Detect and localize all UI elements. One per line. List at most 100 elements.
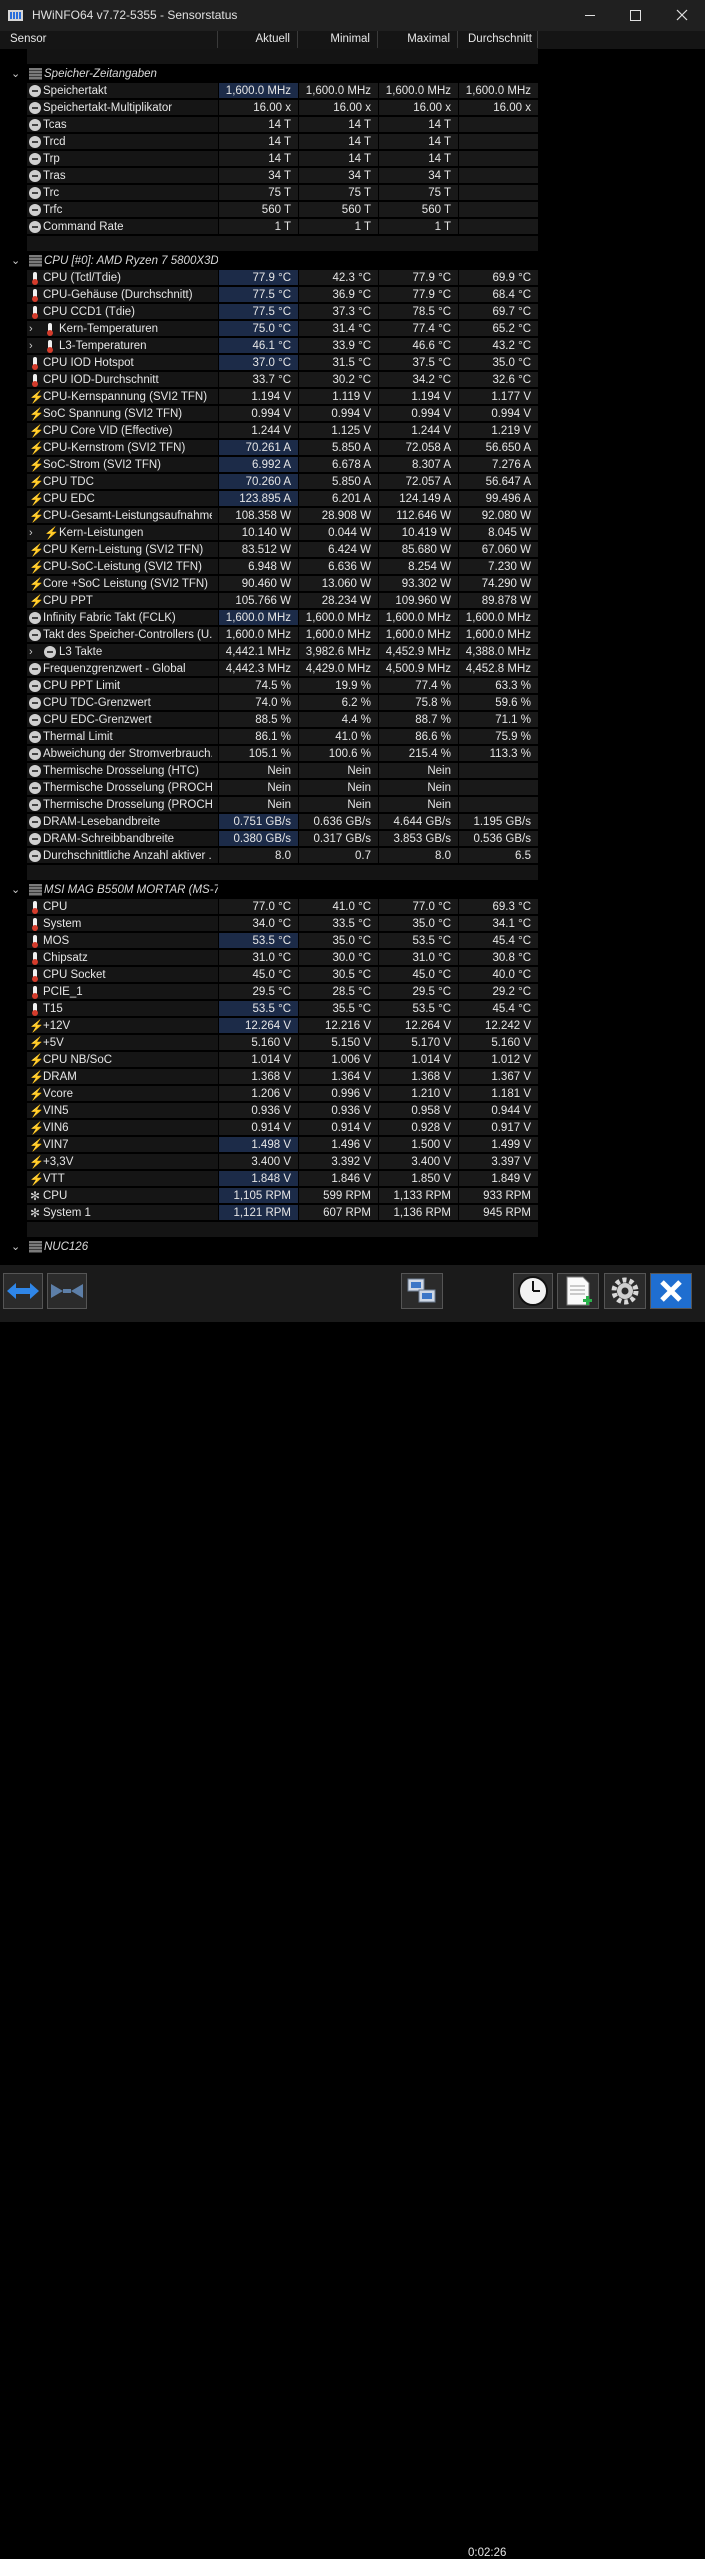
sensor-row[interactable]: Takt des Speicher-Controllers (U... 1,600… bbox=[0, 627, 685, 644]
sensor-row[interactable]: Trcd 14 T 14 T 14 T bbox=[0, 134, 685, 151]
sensor-row[interactable]: ⚡ CPU TDC 70.260 A 5.850 A 72.057 A 56.647 A bbox=[0, 474, 685, 491]
sensor-row[interactable]: Chipsatz 31.0 °C 30.0 °C 31.0 °C 30.8 °C bbox=[0, 950, 685, 967]
expand-chevron-icon[interactable]: › bbox=[29, 321, 33, 337]
sensor-row[interactable]: Abweichung der Stromverbrauch... 105.1 % 1… bbox=[0, 746, 685, 763]
sensor-row[interactable]: ⚡ VIN5 0.936 V 0.936 V 0.958 V 0.944 V bbox=[0, 1103, 685, 1120]
close-app-button[interactable] bbox=[650, 1273, 692, 1309]
sensor-row[interactable]: ⚡ CPU PPT 105.766 W 28.234 W 109.960 W 89.878… bbox=[0, 593, 685, 610]
sensor-row[interactable]: ⚡ DRAM 1.368 V 1.364 V 1.368 V 1.367 V bbox=[0, 1069, 685, 1086]
sensor-row[interactable]: ⚡ VIN6 0.914 V 0.914 V 0.928 V 0.917 V bbox=[0, 1120, 685, 1137]
sensor-row[interactable]: CPU IOD Hotspot 37.0 °C 31.5 °C 37.5 °C 35.0… bbox=[0, 355, 685, 372]
column-header-avg[interactable]: Durchschnitt bbox=[458, 31, 538, 48]
sensor-row[interactable]: ⚡ +12V 12.264 V 12.216 V 12.264 V 12.242 V bbox=[0, 1018, 685, 1035]
value-min: 0.7 bbox=[298, 848, 378, 864]
sensor-label: Chipsatz bbox=[43, 952, 88, 964]
sensor-row[interactable]: ⚡ CPU EDC 123.895 A 6.201 A 124.149 A 99.496 … bbox=[0, 491, 685, 508]
sensor-row[interactable]: PCIE_1 29.5 °C 28.5 °C 29.5 °C 29.2 °C bbox=[0, 984, 685, 1001]
sensor-table[interactable]: ⌄ Speicher-Zeitangaben Speichertakt 1,600.0… bbox=[0, 49, 685, 1263]
column-header-sensor[interactable]: Sensor bbox=[0, 31, 218, 48]
value-current: 90.460 W bbox=[218, 576, 298, 592]
sensor-row[interactable]: ⚡ CPU Core VID (Effective) 1.244 V 1.125 V1… bbox=[0, 423, 685, 440]
spacer-row bbox=[0, 49, 685, 66]
collapse-chevron-icon[interactable]: ⌄ bbox=[11, 882, 20, 898]
sensor-group-row[interactable]: ⌄ Speicher-Zeitangaben bbox=[0, 66, 685, 83]
sensor-row[interactable]: ⚡ +3,3V 3.400 V 3.392 V 3.400 V 3.397 V bbox=[0, 1154, 685, 1171]
sensor-row[interactable]: CPU TDC-Grenzwert 74.0 % 6.2 % 75.8 % 59.6 % bbox=[0, 695, 685, 712]
sensor-group-row[interactable]: ⌄ CPU [#0]: AMD Ryzen 7 5800X3D: Enhanced bbox=[0, 253, 685, 270]
sensor-row[interactable]: DRAM-Schreibbandbreite 0.380 GB/s 0.317 GB… bbox=[0, 831, 685, 848]
sensor-row[interactable]: CPU EDC-Grenzwert 88.5 % 4.4 % 88.7 % 71.1 % bbox=[0, 712, 685, 729]
expand-chevron-icon[interactable]: › bbox=[29, 644, 33, 660]
sensor-row[interactable]: › L3 Takte 4,442.1 MHz 3,982.6 MHz 4,452.9 M… bbox=[0, 644, 685, 661]
nav-left-right-button[interactable] bbox=[3, 1273, 43, 1309]
sensor-row[interactable]: Trp 14 T 14 T 14 T bbox=[0, 151, 685, 168]
sensor-row[interactable]: CPU Socket 45.0 °C 30.5 °C 45.0 °C 40.0 °C bbox=[0, 967, 685, 984]
sensor-row[interactable]: T15 53.5 °C 35.5 °C 53.5 °C 45.4 °C bbox=[0, 1001, 685, 1018]
sensor-row[interactable]: ⚡ CPU-Gesamt-Leistungsaufnahme 108.358 W 28… bbox=[0, 508, 685, 525]
sensor-row[interactable]: System 34.0 °C 33.5 °C 35.0 °C 34.1 °C bbox=[0, 916, 685, 933]
sensor-row[interactable]: ⚡ SoC-Strom (SVI2 TFN) 6.992 A 6.678 A 8.307… bbox=[0, 457, 685, 474]
sensor-row[interactable]: Durchschnittliche Anzahl aktiver ... 8.0 0… bbox=[0, 848, 685, 865]
sensor-row[interactable]: Thermische Drosselung (HTC) Nein Nein Nein bbox=[0, 763, 685, 780]
sensor-row[interactable]: ⚡ Core +SoC Leistung (SVI2 TFN) 90.460 W 13… bbox=[0, 576, 685, 593]
value-current: 83.512 W bbox=[218, 542, 298, 558]
sensor-row[interactable]: Tras 34 T 34 T 34 T bbox=[0, 168, 685, 185]
sensor-row[interactable]: CPU (Tctl/Tdie) 77.9 °C 42.3 °C 77.9 °C 69.9… bbox=[0, 270, 685, 287]
sensor-row[interactable]: ⚡ VIN7 1.498 V 1.496 V 1.500 V 1.499 V bbox=[0, 1137, 685, 1154]
sensor-row[interactable]: ⚡ SoC Spannung (SVI2 TFN) 0.994 V 0.994 V 0.… bbox=[0, 406, 685, 423]
sensor-row[interactable]: Tcas 14 T 14 T 14 T bbox=[0, 117, 685, 134]
sensor-row[interactable]: Trfc 560 T 560 T 560 T bbox=[0, 202, 685, 219]
sensor-group-row[interactable]: ⌄ NUC126 bbox=[0, 1239, 685, 1256]
sensor-row[interactable]: CPU 77.0 °C 41.0 °C 77.0 °C 69.3 °C bbox=[0, 899, 685, 916]
sensor-row[interactable]: CPU CCD1 (Tdie) 77.5 °C 37.3 °C 78.5 °C 69.7… bbox=[0, 304, 685, 321]
network-button[interactable] bbox=[401, 1273, 443, 1309]
clock-button[interactable] bbox=[513, 1273, 553, 1309]
sensor-row[interactable]: ⚡ +5V 5.160 V 5.150 V 5.170 V 5.160 V bbox=[0, 1035, 685, 1052]
sensor-row[interactable]: › Kern-Temperaturen 75.0 °C 31.4 °C 77.4 °C 6… bbox=[0, 321, 685, 338]
sensor-row[interactable]: › ⚡ Kern-Leistungen 10.140 W 0.044 W 10.419 W… bbox=[0, 525, 685, 542]
collapse-chevron-icon[interactable]: ⌄ bbox=[11, 66, 20, 82]
maximize-button[interactable] bbox=[613, 0, 659, 31]
value-avg: 45.4 °C bbox=[458, 1001, 538, 1017]
sensor-row[interactable]: Infinity Fabric Takt (FCLK) 1,600.0 MHz 1,… bbox=[0, 610, 685, 627]
sensor-row[interactable]: ✻ CPU 1,105 RPM 599 RPM 1,133 RPM 933 RPM bbox=[0, 1188, 685, 1205]
scrollbar[interactable] bbox=[685, 49, 705, 1263]
collapse-chevron-icon[interactable]: ⌄ bbox=[11, 1239, 20, 1255]
sensor-row[interactable]: ⚡ CPU-SoC-Leistung (SVI2 TFN) 6.948 W 6.636… bbox=[0, 559, 685, 576]
sensor-row[interactable]: CPU PPT Limit 74.5 % 19.9 % 77.4 % 63.3 % bbox=[0, 678, 685, 695]
settings-button[interactable] bbox=[604, 1273, 646, 1309]
close-window-button[interactable] bbox=[659, 0, 705, 31]
sensor-row[interactable]: ✻ System 1 1,121 RPM 607 RPM 1,136 RPM 945 RP… bbox=[0, 1205, 685, 1222]
sensor-row[interactable]: CPU IOD-Durchschnitt 33.7 °C 30.2 °C 34.2 °… bbox=[0, 372, 685, 389]
sensor-row[interactable]: Speichertakt 1,600.0 MHz 1,600.0 MHz 1,600.… bbox=[0, 83, 685, 100]
collapse-button[interactable] bbox=[47, 1273, 87, 1309]
sensor-row[interactable]: MOS 53.5 °C 35.0 °C 53.5 °C 45.4 °C bbox=[0, 933, 685, 950]
column-header-max[interactable]: Maximal bbox=[378, 31, 458, 48]
column-header-min[interactable]: Minimal bbox=[298, 31, 378, 48]
minimize-button[interactable] bbox=[567, 0, 613, 31]
expand-chevron-icon[interactable]: › bbox=[29, 525, 33, 541]
sensor-row[interactable]: Speichertakt-Multiplikator 16.00 x 16.00 x… bbox=[0, 100, 685, 117]
sensor-row[interactable]: DRAM-Lesebandbreite 0.751 GB/s 0.636 GB/s 4… bbox=[0, 814, 685, 831]
report-button[interactable] bbox=[557, 1273, 599, 1309]
sensor-row[interactable]: ⚡ CPU Kern-Leistung (SVI2 TFN) 83.512 W 6.4… bbox=[0, 542, 685, 559]
value-max: 1,136 RPM bbox=[378, 1205, 458, 1221]
sensor-row[interactable]: ⚡ CPU-Kernspannung (SVI2 TFN) 1.194 V 1.119… bbox=[0, 389, 685, 406]
sensor-row[interactable]: Thermische Drosselung (PROCH... Nein Nein N… bbox=[0, 797, 685, 814]
sensor-row[interactable]: ⚡ CPU-Kernstrom (SVI2 TFN) 70.261 A 5.850 A… bbox=[0, 440, 685, 457]
sensor-row[interactable]: ⚡ Vcore 1.206 V 0.996 V 1.210 V 1.181 V bbox=[0, 1086, 685, 1103]
sensor-row[interactable]: ⚡ VTT 1.848 V 1.846 V 1.850 V 1.849 V bbox=[0, 1171, 685, 1188]
expand-chevron-icon[interactable]: › bbox=[29, 338, 33, 354]
sensor-row[interactable]: Frequenzgrenzwert - Global 4,442.3 MHz 4,4… bbox=[0, 661, 685, 678]
sensor-row[interactable]: Command Rate 1 T1 T1 T bbox=[0, 219, 685, 236]
sensor-row[interactable]: › L3-Temperaturen 46.1 °C 33.9 °C 46.6 °C 43.… bbox=[0, 338, 685, 355]
collapse-chevron-icon[interactable]: ⌄ bbox=[11, 253, 20, 269]
sensor-label: Vcore bbox=[43, 1088, 74, 1100]
column-header-current[interactable]: Aktuell bbox=[218, 31, 298, 48]
sensor-row[interactable]: ⚡ CPU NB/SoC 1.014 V 1.006 V 1.014 V 1.012 V bbox=[0, 1052, 685, 1069]
sensor-group-row[interactable]: ⌄ MSI MAG B550M MORTAR (MS-7C94) (Nuvoton… bbox=[0, 882, 685, 899]
sensor-row[interactable]: CPU-Gehäuse (Durchschnitt) 77.5 °C 36.9 °C… bbox=[0, 287, 685, 304]
sensor-row[interactable]: Trc 75 T 75 T 75 T bbox=[0, 185, 685, 202]
sensor-row[interactable]: Thermische Drosselung (PROCH... Nein Nein N… bbox=[0, 780, 685, 797]
sensor-row[interactable]: Thermal Limit 86.1 % 41.0 % 86.6 % 75.9 % bbox=[0, 729, 685, 746]
